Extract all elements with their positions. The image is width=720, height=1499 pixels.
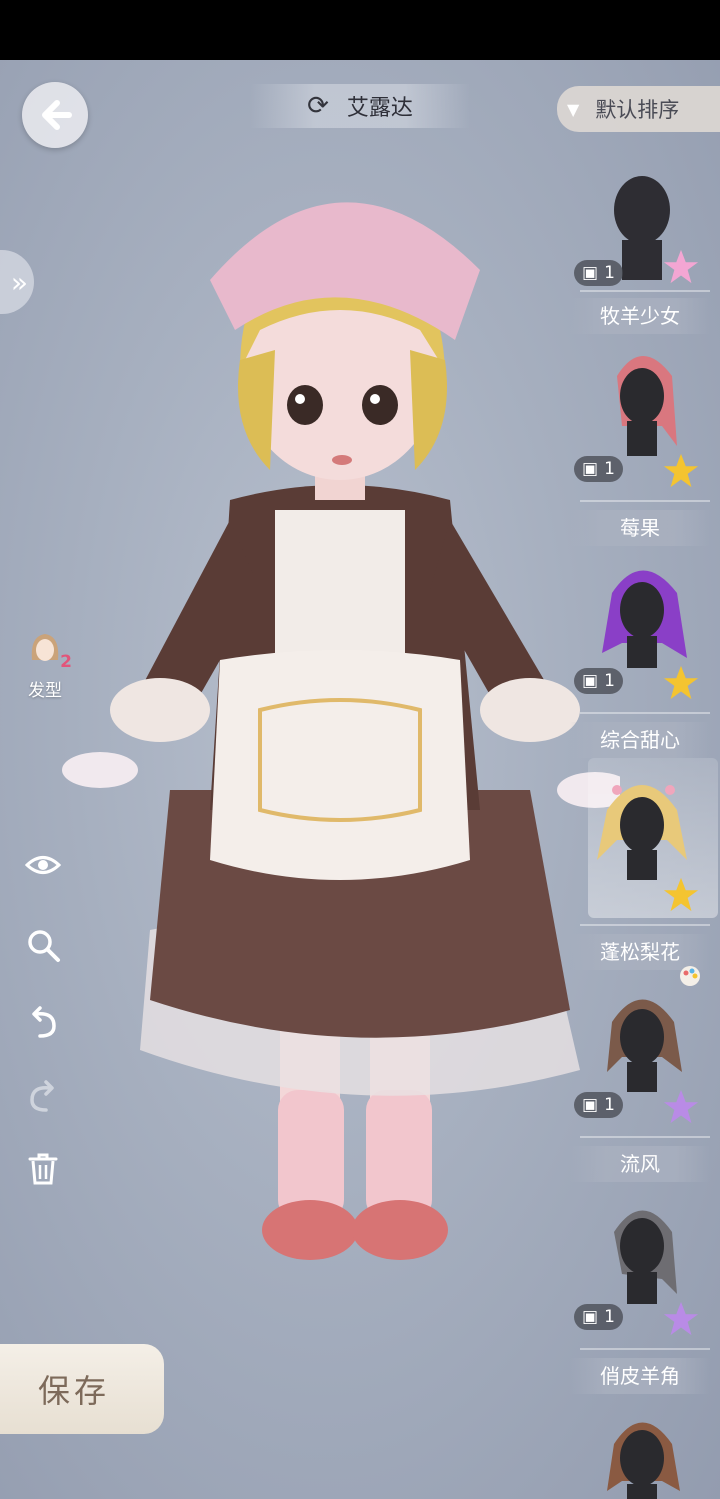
hair-name: 综合甜心 [570,722,710,758]
delete-button[interactable] [24,1150,62,1188]
box-icon: ▣ [582,459,599,479]
hair-name: 莓果 [570,510,710,546]
undo-icon [32,1006,56,1038]
character-model [62,202,620,1260]
divider [580,1348,710,1350]
hair-thumbnail [607,999,682,1092]
rarity-star-icon [663,665,699,700]
sort-label: 默认排序 [595,98,680,122]
hair-item-selected[interactable]: 综合甜心 [570,722,718,934]
divider [580,924,710,926]
hair-name: 俏皮羊角 [570,1358,710,1394]
undo-button[interactable] [24,1004,62,1042]
dressing-stage: ▣ 1 牧羊少女 ▣ 1 莓果 ▣ 1 综合甜心 蓬松梨花 ▣ 1 流风 ▣ 1… [0,60,720,1499]
hair-thumbnail [597,785,687,880]
trash-icon [28,1153,58,1185]
visibility-toggle[interactable] [24,846,62,884]
item-count: ▣ 1 [574,456,623,482]
sync-icon[interactable]: ⟳ [307,91,329,121]
hair-thumbnail [607,1422,680,1499]
item-count: ▣ 1 [574,1092,623,1118]
rarity-star-icon [663,877,699,912]
divider [580,290,710,292]
item-count: ▣ 1 [574,668,623,694]
hair-count-badge: 2 [60,652,72,672]
redo-icon [30,1080,54,1112]
hair-item[interactable]: 牧羊少女 ▣ 1 [570,298,710,510]
zoom-button[interactable] [24,926,62,964]
box-icon: ▣ [582,1307,599,1327]
box-icon: ▣ [582,671,599,691]
hair-item[interactable]: 莓果 ▣ 1 [570,510,710,722]
hair-thumbnail [614,1210,677,1304]
hair-item[interactable]: 俏皮羊角 ▣1 [570,1358,710,1499]
magnifier-icon [28,930,60,962]
save-button[interactable]: 保存 [0,1344,164,1434]
item-count: ▣ 1 [574,260,623,286]
rarity-star-icon [663,453,699,488]
rarity-star-icon [663,1301,699,1336]
divider [580,712,710,714]
sort-dropdown[interactable]: ▼ 默认排序 [557,86,720,132]
hair-name: 牧羊少女 [570,298,710,334]
hair-thumbnail [617,356,677,456]
triangle-down-icon: ▼ [567,99,580,119]
hair-list: ▣ 1 牧羊少女 ▣ 1 莓果 ▣ 1 综合甜心 蓬松梨花 ▣ 1 流风 ▣ 1… [570,176,720,1499]
redo-button[interactable] [24,1078,62,1116]
status-bar [0,0,720,60]
hair-tab-label: 发型 [28,681,62,701]
hair-item[interactable]: 流风 ▣ 1 [570,1146,710,1358]
rarity-star-icon [663,249,699,284]
arrow-left-icon [42,100,72,130]
double-chevron-right-icon: » [10,265,28,299]
divider [580,1136,710,1138]
character-title[interactable]: ⟳ 艾露达 [250,84,470,128]
save-label: 保存 [38,1372,111,1410]
back-button[interactable] [22,82,88,148]
box-icon: ▣ [582,1095,599,1115]
hair-name: 流风 [570,1146,710,1182]
divider [580,500,710,502]
hair-icon: 2 [28,630,72,672]
hair-category-tab[interactable]: 2 发型 [14,630,76,701]
character-name: 艾露达 [346,96,413,121]
box-icon: ▣ [582,263,599,283]
eye-icon [25,856,61,874]
rarity-star-icon [663,1089,699,1124]
item-count: ▣ 1 [574,1304,623,1330]
hair-item[interactable]: 蓬松梨花 ▣ 1 [570,934,710,1146]
hair-thumbnail [602,570,687,668]
hair-item[interactable]: ▣ 1 [570,176,710,298]
